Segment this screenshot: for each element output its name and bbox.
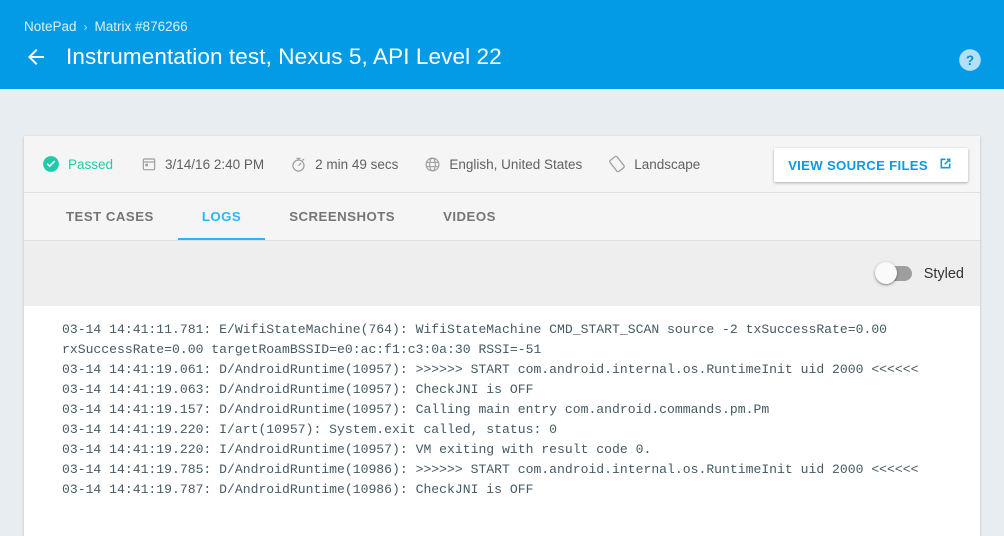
log-line: 03-14 14:41:19.220: I/AndroidRuntime(109… — [62, 440, 980, 460]
test-date-label: 3/14/16 2:40 PM — [165, 157, 264, 172]
tab-videos[interactable]: VIDEOS — [419, 193, 520, 240]
log-line: rxSuccessRate=0.00 targetRoamBSSID=e0:ac… — [62, 340, 980, 360]
styled-toggle-label: Styled — [924, 266, 964, 282]
tab-screenshots-label: SCREENSHOTS — [289, 209, 395, 224]
view-source-files-label: VIEW SOURCE FILES — [788, 158, 928, 173]
tab-logs[interactable]: LOGS — [178, 193, 265, 240]
help-icon[interactable]: ? — [957, 47, 983, 73]
test-duration-label: 2 min 49 secs — [315, 157, 398, 172]
breadcrumb-separator-icon: › — [84, 20, 88, 34]
log-line: 03-14 14:41:19.785: D/AndroidRuntime(109… — [62, 460, 980, 480]
status-badge: Passed — [42, 155, 113, 173]
styled-toggle-track[interactable] — [877, 266, 912, 281]
title-row: Instrumentation test, Nexus 5, API Level… — [24, 44, 502, 70]
breadcrumb: NotePad › Matrix #876266 — [24, 19, 188, 34]
tab-test-cases[interactable]: TEST CASES — [42, 193, 178, 240]
log-line: 03-14 14:41:11.781: E/WifiStateMachine(7… — [62, 320, 980, 340]
logs-controls-row: Styled — [24, 241, 980, 306]
check-circle-icon — [42, 155, 60, 173]
stopwatch-icon — [290, 156, 307, 173]
log-line: 03-14 14:41:19.787: D/AndroidRuntime(109… — [62, 480, 980, 500]
view-source-files-button[interactable]: VIEW SOURCE FILES — [774, 148, 968, 182]
tab-screenshots[interactable]: SCREENSHOTS — [265, 193, 419, 240]
log-line: 03-14 14:41:19.157: D/AndroidRuntime(109… — [62, 400, 980, 420]
test-orientation: Landscape — [608, 155, 700, 173]
tab-test-cases-label: TEST CASES — [66, 209, 154, 224]
calendar-icon — [141, 156, 157, 172]
globe-icon — [424, 156, 441, 173]
screen-rotation-icon — [608, 155, 626, 173]
back-arrow-icon[interactable] — [24, 45, 48, 69]
styled-toggle[interactable]: Styled — [877, 266, 964, 282]
log-line: 03-14 14:41:19.220: I/art(10957): System… — [62, 420, 980, 440]
svg-text:?: ? — [966, 53, 974, 68]
tab-videos-label: VIDEOS — [443, 209, 496, 224]
breadcrumb-root[interactable]: NotePad — [24, 19, 77, 34]
external-link-icon — [937, 155, 954, 175]
status-label: Passed — [68, 157, 113, 172]
app-bar: NotePad › Matrix #876266 Instrumentation… — [0, 0, 1004, 89]
log-line: 03-14 14:41:19.061: D/AndroidRuntime(109… — [62, 360, 980, 380]
test-duration: 2 min 49 secs — [290, 156, 398, 173]
page-title: Instrumentation test, Nexus 5, API Level… — [66, 44, 502, 70]
styled-toggle-knob[interactable] — [875, 262, 897, 284]
breadcrumb-current[interactable]: Matrix #876266 — [95, 19, 188, 34]
result-tabs: TEST CASES LOGS SCREENSHOTS VIDEOS — [24, 193, 980, 241]
log-line: 03-14 14:41:19.063: D/AndroidRuntime(109… — [62, 380, 980, 400]
log-output[interactable]: 03-14 14:41:11.781: E/WifiStateMachine(7… — [24, 306, 980, 500]
test-info-bar: Passed 3/14/16 2:40 PM — [24, 136, 980, 193]
test-result-card: Passed 3/14/16 2:40 PM — [24, 136, 980, 536]
test-locale-label: English, United States — [449, 157, 582, 172]
test-date: 3/14/16 2:40 PM — [141, 156, 264, 172]
test-locale: English, United States — [424, 156, 582, 173]
tab-logs-label: LOGS — [202, 209, 241, 224]
test-orientation-label: Landscape — [634, 157, 700, 172]
